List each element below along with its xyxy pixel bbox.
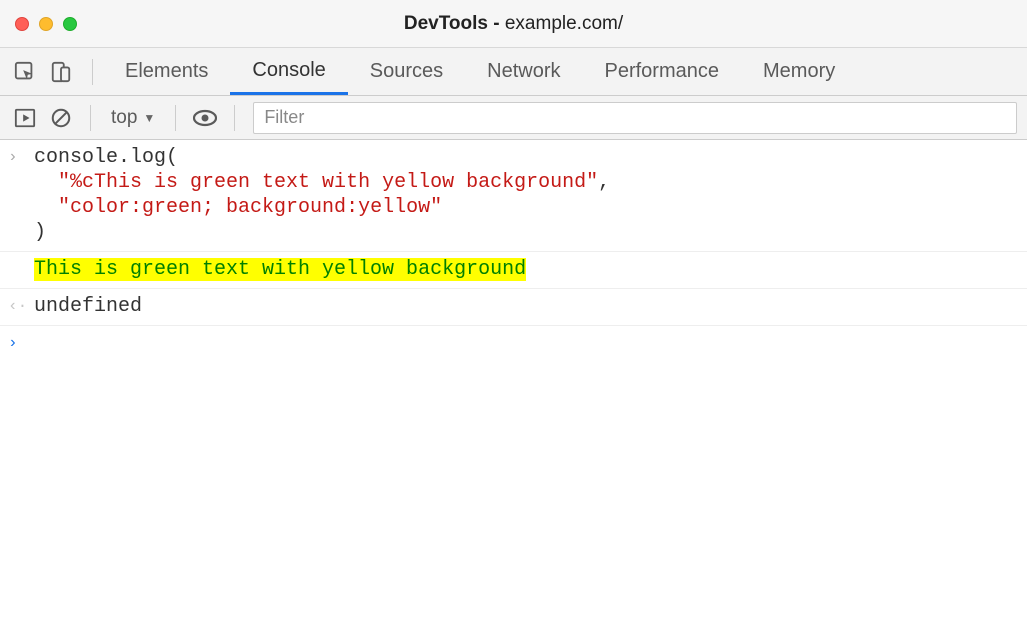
console-toolbar-divider-3 [234, 105, 235, 131]
tab-console[interactable]: Console [230, 48, 347, 95]
console-output-content[interactable]: This is green text with yellow backgroun… [34, 257, 1019, 282]
window-titlebar: DevTools - example.com/ [0, 0, 1027, 48]
inspect-element-icon[interactable] [10, 57, 40, 87]
styled-log-text: This is green text with yellow backgroun… [34, 258, 526, 281]
code-fn: console.log [34, 146, 166, 169]
code-arg1: "%cThis is green text with yellow backgr… [58, 171, 598, 194]
console-filter-input[interactable] [253, 102, 1017, 134]
tab-network[interactable]: Network [465, 48, 582, 95]
execution-context-selector[interactable]: top ▼ [105, 107, 161, 129]
window-close-button[interactable] [15, 17, 29, 31]
main-tabs: Elements Console Sources Network Perform… [103, 48, 857, 95]
dropdown-triangle-icon: ▼ [143, 111, 155, 125]
toggle-sidebar-icon[interactable] [10, 103, 40, 133]
code-open: ( [166, 146, 178, 169]
console-return-row: ‹· undefined [0, 289, 1027, 326]
console-return-value[interactable]: undefined [34, 294, 1019, 319]
console-output-row: This is green text with yellow backgroun… [0, 252, 1027, 289]
console-input-code[interactable]: console.log( "%cThis is green text with … [34, 145, 1019, 245]
input-chevron-icon: › [8, 145, 34, 167]
window-minimize-button[interactable] [39, 17, 53, 31]
tab-performance[interactable]: Performance [583, 48, 742, 95]
code-close: ) [34, 221, 46, 244]
console-prompt-row: › [0, 326, 1027, 359]
output-gutter [8, 257, 34, 259]
console-toolbar: top ▼ [0, 96, 1027, 140]
tabbar-divider [92, 59, 93, 85]
code-arg2: "color:green; background:yellow" [58, 196, 442, 219]
toggle-device-icon[interactable] [46, 57, 76, 87]
console-toolbar-divider-1 [90, 105, 91, 131]
tab-sources[interactable]: Sources [348, 48, 465, 95]
window-controls [0, 17, 77, 31]
execution-context-label: top [111, 107, 137, 129]
clear-console-icon[interactable] [46, 103, 76, 133]
return-chevron-icon: ‹· [8, 294, 34, 316]
window-title-host: example.com/ [505, 13, 623, 34]
console-input-row: › console.log( "%cThis is green text wit… [0, 140, 1027, 252]
code-comma: , [598, 171, 610, 194]
prompt-chevron-icon: › [8, 331, 34, 353]
live-expression-icon[interactable] [190, 103, 220, 133]
window-title-prefix: DevTools - [404, 13, 505, 34]
window-title: DevTools - example.com/ [404, 13, 623, 35]
console-output-area: › console.log( "%cThis is green text wit… [0, 140, 1027, 359]
tab-memory[interactable]: Memory [741, 48, 857, 95]
tab-elements[interactable]: Elements [103, 48, 230, 95]
devtools-tabbar: Elements Console Sources Network Perform… [0, 48, 1027, 96]
console-toolbar-divider-2 [175, 105, 176, 131]
window-maximize-button[interactable] [63, 17, 77, 31]
